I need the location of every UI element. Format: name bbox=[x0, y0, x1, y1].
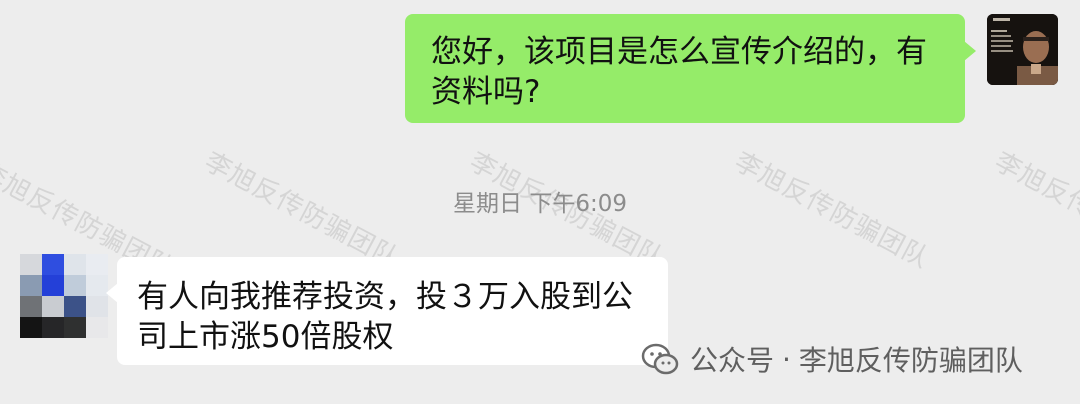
incoming-message-text: 有人向我推荐投资，投３万入股到公司上市涨50倍股权 bbox=[137, 279, 633, 355]
brand-separator: · bbox=[782, 342, 791, 376]
avatar-self[interactable] bbox=[987, 14, 1058, 85]
official-account-brand: 公众号 · 李旭反传防骗团队 bbox=[640, 337, 1023, 381]
brand-prefix: 公众号 bbox=[690, 344, 775, 377]
avatar-self-image bbox=[987, 14, 1058, 85]
wechat-icon bbox=[641, 343, 679, 375]
brand-name: 李旭反传防骗团队 bbox=[798, 344, 1023, 377]
message-timestamp: 星期日 下午6:09 bbox=[453, 191, 627, 217]
outgoing-message-text: 您好，该项目是怎么宣传介绍的，有资料吗? bbox=[431, 34, 927, 110]
incoming-message-bubble[interactable]: 有人向我推荐投资，投３万入股到公司上市涨50倍股权 bbox=[106, 257, 668, 365]
outgoing-message-bubble[interactable]: 您好，该项目是怎么宣传介绍的，有资料吗? bbox=[405, 14, 976, 123]
avatar-peer-pixelated[interactable] bbox=[20, 254, 108, 338]
